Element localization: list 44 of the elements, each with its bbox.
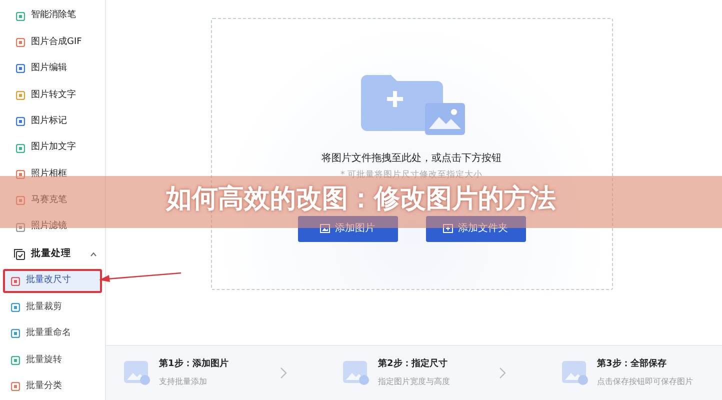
tool-icon (11, 329, 20, 338)
image-icon (320, 224, 330, 234)
tool-icon (16, 64, 25, 74)
tool-icon (11, 382, 20, 392)
sidebar-item[interactable]: 批量重命名 (3, 322, 102, 346)
sidebar-item[interactable]: 批量分类 (3, 374, 102, 399)
sidebar-item[interactable]: 图片编辑 (0, 56, 105, 82)
chevron-right-icon (280, 367, 287, 379)
sidebar-item[interactable]: 图片合成GIF (0, 29, 105, 56)
tool-icon (16, 222, 25, 232)
chevron-icon[interactable] (90, 252, 97, 257)
tool-icon (16, 12, 25, 21)
tool-icon (16, 144, 25, 153)
drop-title: 将图片文件拖拽至此处，或点击下方按钮 (322, 152, 502, 166)
sidebar-item[interactable]: 图片标记 (0, 108, 105, 135)
sidebar-item[interactable]: 批量旋转 (3, 348, 102, 372)
step-icon (562, 361, 588, 385)
tool-icon (11, 303, 20, 312)
sidebar-item[interactable]: 批量裁剪 (3, 296, 102, 320)
tool-icon (16, 38, 25, 48)
tool-icon (16, 90, 25, 100)
sidebar-item[interactable]: 智能消除笔 (0, 3, 105, 30)
step-title: 第1步：添加图片 (159, 358, 228, 372)
tool-icon (11, 356, 20, 365)
step-subtitle: 点击保存按钮即可保存图片 (597, 376, 693, 388)
step-subtitle: 支持批量添加 (159, 376, 208, 388)
folder-plus-icon (443, 224, 453, 234)
chevron-right-icon (499, 367, 506, 379)
tool-icon (16, 117, 25, 126)
step-title: 第3步：全部保存 (597, 358, 668, 372)
step-title: 第2步：指定尺寸 (378, 358, 448, 372)
tool-icon (16, 170, 25, 179)
group-header[interactable]: 批量处理 (0, 240, 105, 268)
sidebar-item[interactable]: 图片转文字 (0, 82, 105, 108)
sidebar-item[interactable]: 照片相框 (0, 161, 105, 188)
sidebar-item[interactable]: 图片加文字 (0, 134, 105, 162)
add-button[interactable]: 添加图片 (298, 216, 398, 242)
sidebar-item[interactable]: 批量改尺寸 (3, 269, 102, 294)
tool-icon (11, 276, 20, 286)
step-icon (124, 361, 150, 385)
step-subtitle: 指定图片宽度与高度 (378, 376, 450, 388)
tool-icon (16, 196, 25, 206)
step-icon (343, 361, 369, 385)
batch-icon (14, 248, 25, 260)
